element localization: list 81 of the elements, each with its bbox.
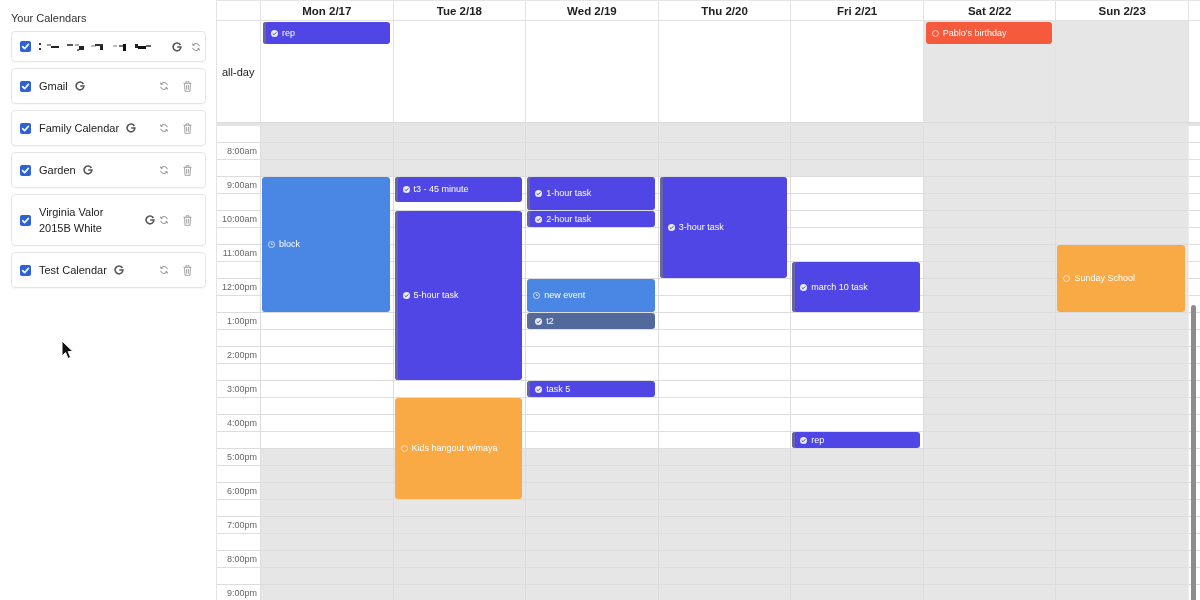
sync-icon[interactable]: [191, 41, 201, 52]
time-label: 4:00pm: [226, 417, 257, 430]
g-logo-icon: [145, 215, 155, 225]
day-header: Fri 2/21: [836, 3, 878, 18]
check-circle-icon: [535, 215, 543, 223]
clock-icon: [268, 241, 275, 248]
calendar-event[interactable]: 5-hour task: [394, 211, 523, 380]
sync-icon[interactable]: [159, 265, 169, 275]
time-label: 9:00am: [226, 179, 257, 192]
mouse-cursor-icon: [61, 340, 74, 360]
checkbox[interactable]: [20, 264, 31, 276]
checkbox[interactable]: [20, 41, 31, 52]
checkbox[interactable]: [20, 122, 31, 134]
check-circle-icon: [535, 190, 543, 197]
calendar-event[interactable]: 2-hour task: [527, 211, 655, 227]
day-header: Tue 2/18: [436, 3, 482, 18]
ring-icon: [400, 445, 408, 452]
time-label: 12:00pm: [221, 281, 257, 294]
time-label: 8:00pm: [226, 553, 257, 566]
check-circle-icon: [402, 185, 410, 193]
all-day-label: all-day: [222, 64, 255, 79]
clock-icon: [533, 292, 541, 299]
calendar-event[interactable]: rep: [263, 22, 390, 44]
time-label: 8:00am: [226, 145, 257, 158]
time-label: 11:00am: [222, 247, 257, 260]
time-label: 6:00pm: [226, 485, 257, 498]
calendar-event[interactable]: task 5: [527, 381, 655, 397]
time-label: 3:00pm: [226, 383, 257, 396]
day-header: Mon 2/17: [302, 3, 352, 18]
check-circle-icon: [800, 283, 808, 291]
sync-icon[interactable]: [159, 165, 169, 175]
g-logo-icon: [74, 81, 85, 91]
day-header: Thu 2/20: [701, 3, 748, 18]
calendar-name: Gmail: [39, 79, 68, 94]
trash-icon[interactable]: [183, 164, 192, 176]
time-label: 2:00pm: [226, 349, 257, 362]
g-logo-icon: [126, 123, 137, 133]
sidebar-title: Your Calendars: [11, 11, 88, 25]
calendar-event[interactable]: new event: [527, 279, 655, 312]
calendar-event[interactable]: march 10 task: [792, 262, 920, 312]
g-logo-icon: [113, 265, 124, 275]
sync-icon[interactable]: [159, 123, 169, 133]
check-circle-icon: [800, 436, 808, 444]
time-label: 9:00pm: [226, 587, 257, 600]
time-label: 5:00pm: [226, 451, 257, 464]
checkbox[interactable]: [20, 80, 31, 92]
check-circle-icon: [535, 317, 543, 325]
calendar-name: Family Calendar: [39, 121, 120, 136]
ring-icon: [1063, 275, 1071, 282]
calendar-event[interactable]: rep: [792, 432, 920, 448]
sync-icon[interactable]: [159, 81, 169, 91]
check-circle-icon: [271, 29, 278, 37]
calendar-event[interactable]: Pablo's birthday: [925, 22, 1053, 44]
calendar-name: Test Calendar: [39, 263, 107, 278]
calendar-event[interactable]: 3-hour task: [659, 177, 788, 278]
g-logo-icon: [172, 41, 182, 52]
sync-icon[interactable]: [159, 215, 169, 225]
calendar-event[interactable]: 1-hour task: [527, 177, 655, 210]
ring-icon: [931, 29, 939, 37]
time-label: 10:00am: [221, 213, 257, 226]
check-circle-icon: [667, 224, 675, 231]
day-header: Wed 2/19: [567, 3, 617, 18]
calendar-name: Virginia Valor 2015B White: [39, 205, 105, 236]
trash-icon[interactable]: [183, 122, 192, 134]
time-label: 1:00pm: [226, 315, 257, 328]
day-header: Sat 2/22: [967, 3, 1012, 18]
scrollbar-thumb[interactable]: [1191, 305, 1196, 600]
trash-icon[interactable]: [183, 80, 192, 92]
checkbox[interactable]: [20, 164, 31, 176]
check-circle-icon: [535, 385, 543, 393]
check-circle-icon: [402, 292, 410, 299]
checkbox[interactable]: [20, 214, 31, 226]
day-header: Sun 2/23: [1098, 3, 1146, 18]
trash-icon[interactable]: [183, 264, 192, 276]
calendar-name: Garden: [39, 163, 76, 178]
calendar-event[interactable]: t3 - 45 minute: [394, 177, 523, 202]
calendar-event[interactable]: block: [262, 177, 390, 312]
g-logo-icon: [82, 165, 93, 175]
calendar-event[interactable]: t2: [527, 313, 655, 329]
trash-icon[interactable]: [183, 214, 192, 226]
time-label: 7:00pm: [226, 519, 257, 532]
